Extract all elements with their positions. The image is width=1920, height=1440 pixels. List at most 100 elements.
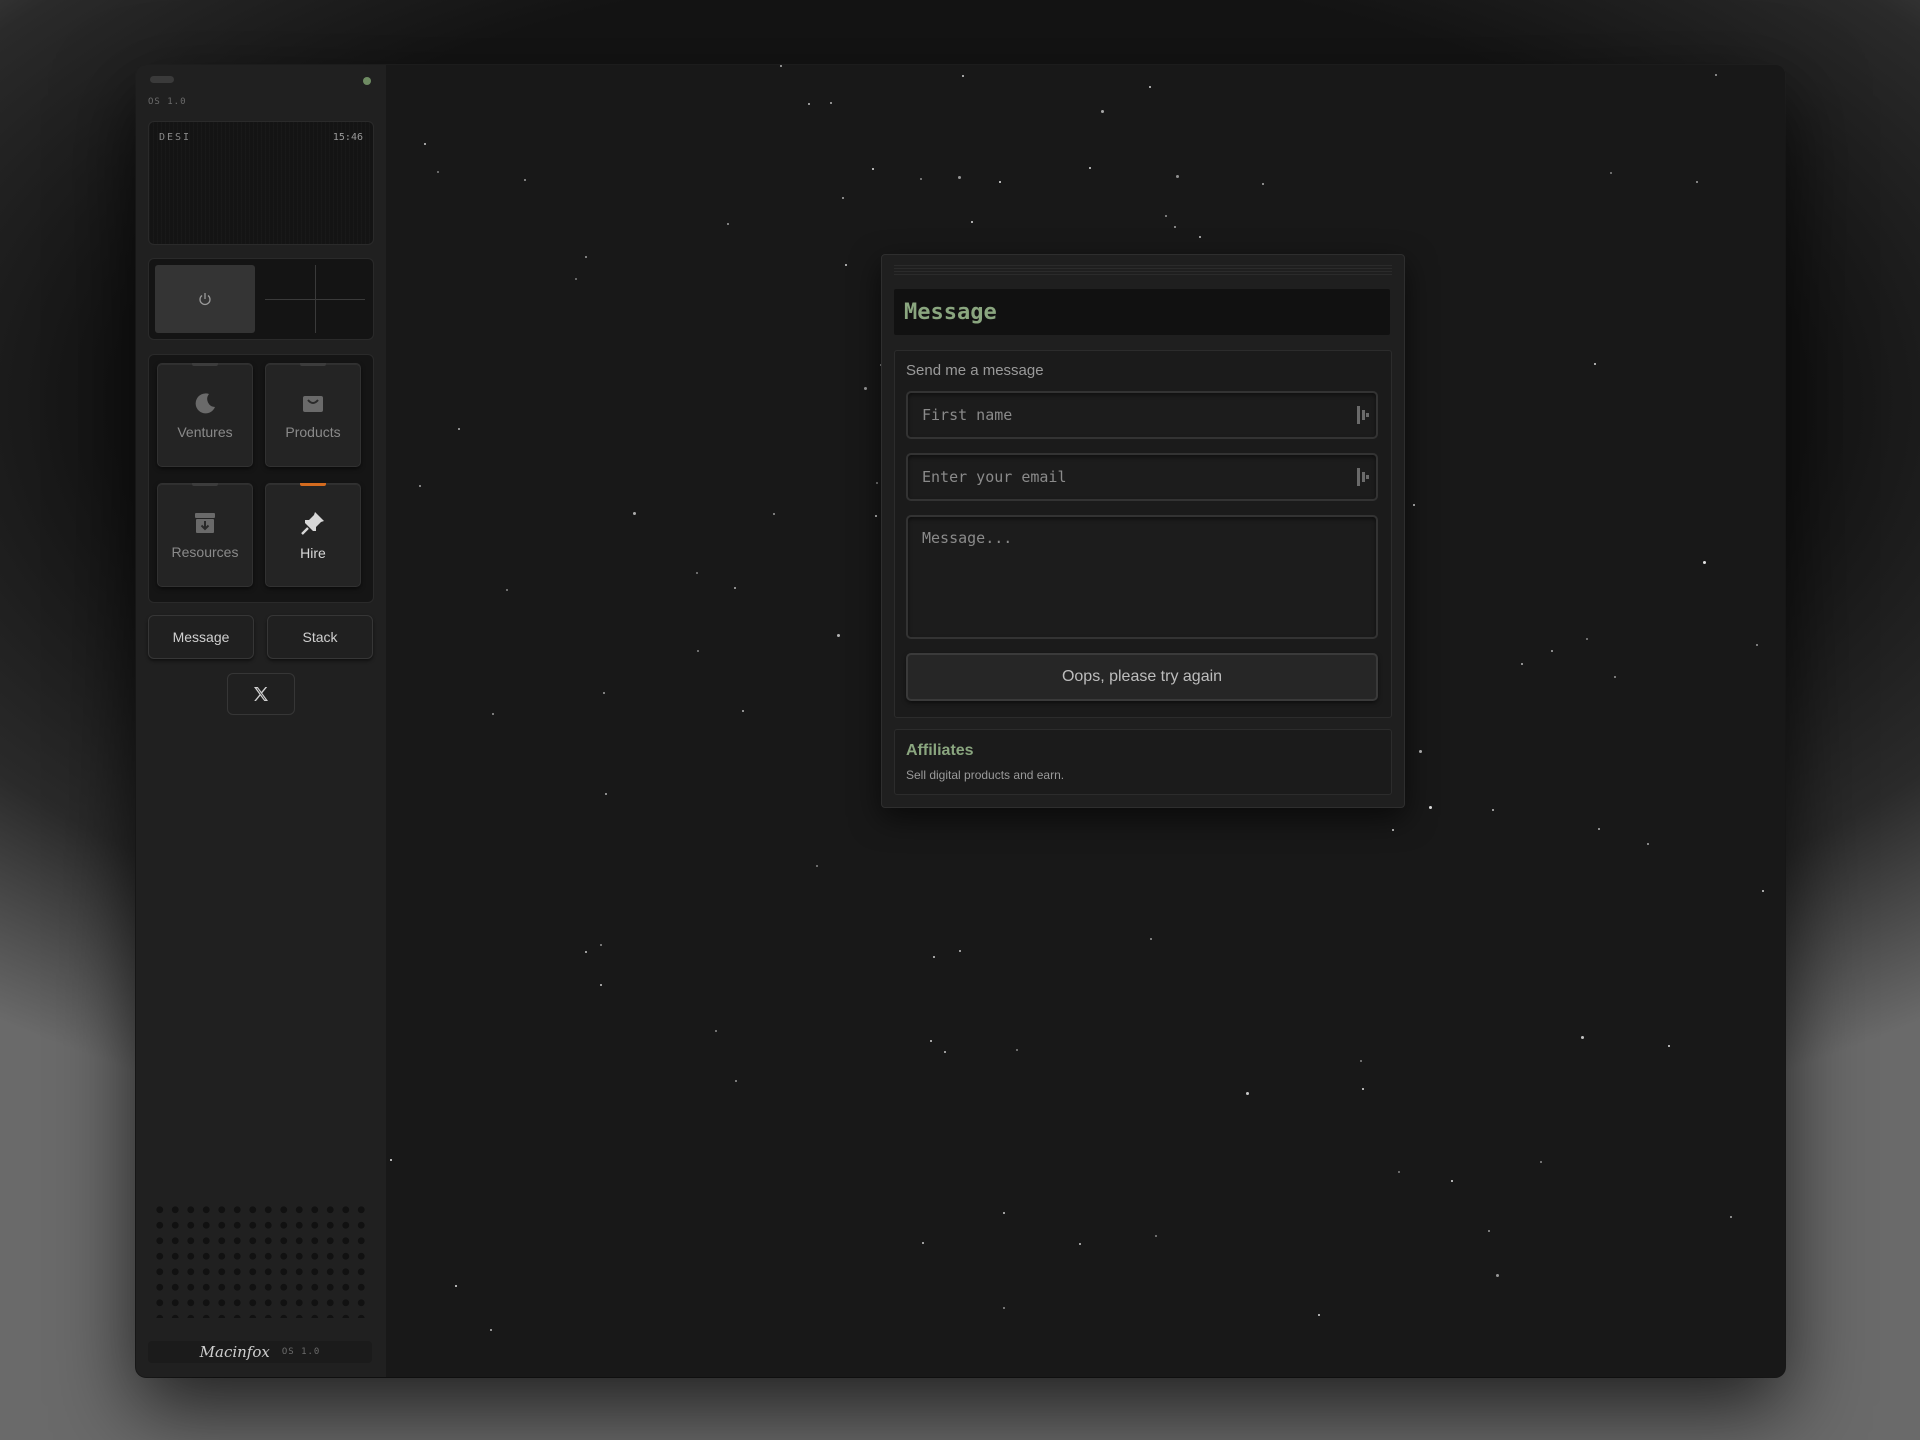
star	[1492, 809, 1494, 811]
star	[1165, 215, 1167, 217]
star	[959, 950, 961, 952]
tile-label: Products	[285, 424, 341, 440]
device-frame: OS 1.0 DESI 15:46 Ventures Products Reso…	[136, 65, 1785, 1377]
email-input[interactable]	[906, 453, 1378, 501]
tile-tab	[192, 483, 218, 486]
star	[1003, 1307, 1005, 1309]
star	[1079, 1243, 1081, 1245]
power-icon	[199, 293, 211, 306]
star	[1392, 829, 1394, 831]
star	[600, 944, 602, 946]
star	[506, 589, 508, 591]
star	[1360, 1060, 1362, 1062]
sidebar: OS 1.0 DESI 15:46 Ventures Products Reso…	[136, 65, 387, 1377]
star	[958, 176, 961, 179]
tile-ventures[interactable]: Ventures	[157, 363, 253, 467]
tile-products[interactable]: Products	[265, 363, 361, 467]
star	[1398, 1171, 1400, 1173]
tile-hire[interactable]: Hire	[265, 483, 361, 587]
star	[455, 1285, 457, 1287]
message-textarea[interactable]	[906, 515, 1378, 639]
message-button[interactable]: Message	[148, 615, 254, 659]
star	[1246, 1092, 1249, 1095]
star	[1413, 504, 1415, 506]
star	[603, 692, 605, 694]
star	[875, 515, 877, 517]
screen-label: DESI	[159, 132, 192, 143]
star	[727, 223, 729, 225]
stack-button[interactable]: Stack	[267, 615, 373, 659]
star	[1762, 890, 1764, 892]
star	[808, 103, 810, 105]
pin-icon	[301, 512, 324, 535]
star	[922, 1242, 924, 1244]
star	[575, 278, 577, 280]
tile-label: Ventures	[177, 424, 233, 440]
star	[1199, 236, 1201, 238]
message-window: Message Send me a message Oops, please t…	[881, 254, 1405, 808]
star	[1610, 172, 1612, 174]
star	[696, 572, 698, 574]
star	[1540, 1161, 1542, 1163]
status-pill	[150, 76, 174, 83]
star	[842, 197, 844, 199]
star	[1149, 86, 1151, 88]
star	[458, 428, 460, 430]
star	[845, 264, 847, 266]
x-logo-icon	[254, 687, 268, 701]
star	[424, 143, 426, 145]
star	[1089, 167, 1091, 169]
star	[816, 865, 818, 867]
moon-icon	[195, 393, 215, 414]
star	[1176, 175, 1179, 178]
star	[864, 387, 867, 390]
star	[735, 1080, 737, 1082]
star	[742, 710, 744, 712]
star	[1521, 663, 1523, 665]
submit-button[interactable]: Oops, please try again	[906, 653, 1378, 701]
star	[944, 1051, 946, 1053]
star	[1003, 1212, 1005, 1214]
star	[1551, 650, 1553, 652]
star	[1647, 843, 1649, 845]
bag-icon	[303, 396, 323, 412]
affiliates-card[interactable]: Affiliates Sell digital products and ear…	[894, 729, 1392, 795]
star	[971, 221, 973, 223]
tile-resources[interactable]: Resources	[157, 483, 253, 587]
crosshair-pad[interactable]	[265, 265, 365, 333]
star	[1150, 938, 1152, 940]
autofill-icon	[1357, 406, 1371, 424]
tile-tab-active	[300, 483, 326, 486]
star	[1715, 74, 1717, 76]
star	[390, 1159, 392, 1161]
archive-download-icon	[195, 513, 215, 533]
star	[1016, 1049, 1018, 1051]
star	[437, 171, 439, 173]
window-title: Message	[894, 289, 1390, 335]
star	[962, 75, 964, 77]
star	[773, 513, 775, 515]
star	[1419, 750, 1422, 753]
star	[876, 482, 878, 484]
first-name-input[interactable]	[906, 391, 1378, 439]
star	[697, 650, 699, 652]
form-heading: Send me a message	[906, 362, 1044, 379]
mini-screen: DESI 15:46	[148, 121, 374, 245]
affiliates-title: Affiliates	[906, 742, 974, 759]
autofill-icon	[1357, 468, 1371, 486]
power-button[interactable]	[155, 265, 255, 333]
star	[524, 179, 526, 181]
window-titlebar-lines[interactable]	[894, 265, 1392, 275]
tile-tab	[300, 363, 326, 366]
star	[633, 512, 636, 515]
star	[419, 485, 421, 487]
x-social-button[interactable]	[227, 673, 295, 715]
app-grid: Ventures Products Resources Hire	[148, 354, 374, 603]
brand-version: OS 1.0	[281, 1347, 321, 1357]
star	[1756, 644, 1758, 646]
star	[734, 587, 736, 589]
star	[1696, 181, 1698, 183]
star	[1581, 1036, 1584, 1039]
speaker-grille	[152, 1202, 370, 1318]
affiliates-subtitle: Sell digital products and earn.	[906, 768, 1065, 782]
